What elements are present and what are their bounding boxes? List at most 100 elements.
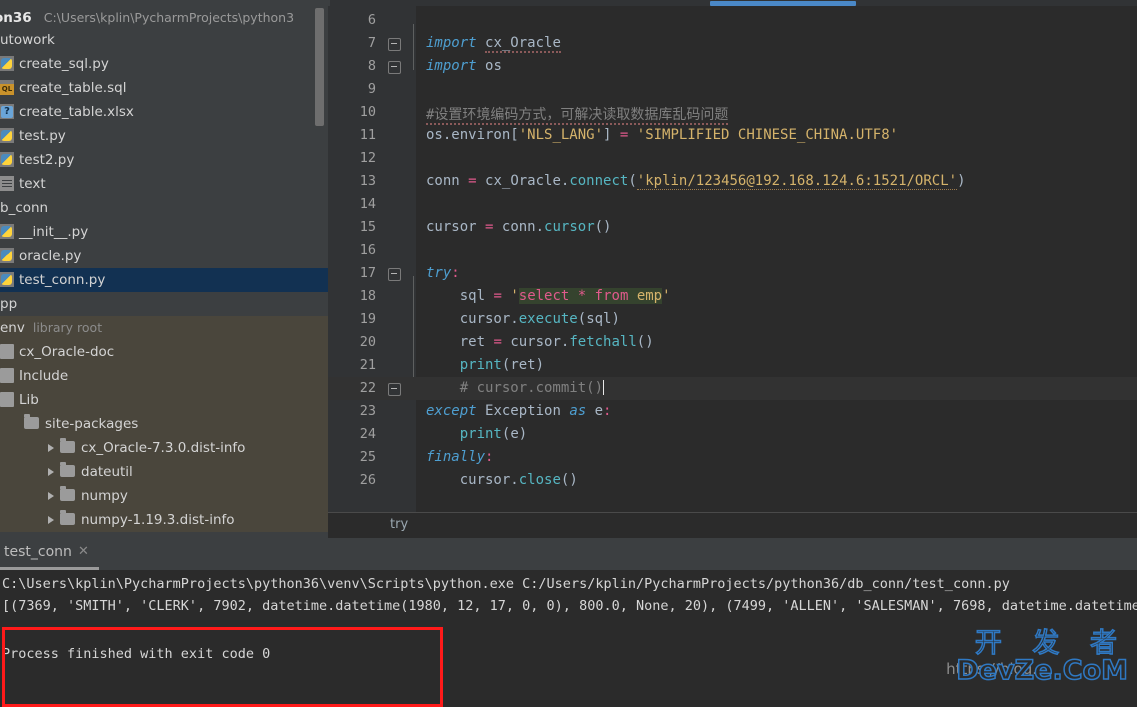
line-number: 20 [359, 334, 376, 350]
dir-square-icon [0, 367, 14, 383]
tree-item-test-py[interactable]: test.py [0, 124, 328, 148]
tree-item-b-conn[interactable]: b_conn [0, 196, 328, 220]
breadcrumb-try[interactable]: try [390, 517, 408, 532]
tree-item-cx-oracle-7-3-0-dist-info[interactable]: cx_Oracle-7.3.0.dist-info [0, 436, 328, 460]
line-number: 18 [359, 288, 376, 304]
tree-item-label: numpy-1.19.3.dist-info [81, 512, 235, 528]
tree-item-cx-oracle-doc[interactable]: cx_Oracle-doc [0, 340, 328, 364]
project-name: on36 [0, 10, 32, 26]
tree-item-label: __init__.py [19, 224, 89, 240]
code-line[interactable]: try: [426, 265, 460, 281]
tree-item-label: text [19, 176, 46, 192]
tree-item-label: env [0, 320, 25, 336]
code-editor[interactable]: 6 7 import cx_Oracle 8 import os 9 10 #设置环境编码方式… [328, 6, 1137, 512]
python-file-icon [0, 151, 14, 167]
line-number: 22 [359, 380, 376, 396]
tree-item-label: create_table.xlsx [19, 104, 134, 120]
tree-item-label: b_conn [0, 200, 49, 216]
tree-item-label: Include [19, 368, 69, 384]
console-tab-label: test_conn [4, 544, 72, 560]
watermark-chinese: 开 发 者 [974, 627, 1128, 660]
line-number: 13 [359, 173, 376, 189]
python-file-icon [0, 127, 14, 143]
console-output[interactable]: C:\Users\kplin\PycharmProjects\python36\… [0, 570, 1137, 707]
folder-icon [24, 414, 39, 429]
python-file-icon [0, 55, 14, 71]
tree-item-lib[interactable]: Lib [0, 388, 328, 412]
code-line[interactable]: #设置环境编码方式，可解决读取数据库乱码问题 [426, 104, 729, 125]
code-line[interactable]: cursor = conn.cursor() [426, 219, 611, 235]
project-tool-window[interactable]: on36 C:\Users\kplin\PycharmProjects\pyth… [0, 6, 328, 538]
tree-item-include[interactable]: Include [0, 364, 328, 388]
line-number: 25 [359, 449, 376, 465]
line-number: 16 [359, 242, 376, 258]
project-tree[interactable]: utowork create_sql.py create_table.sqlcrea… [0, 28, 328, 532]
text-file-icon [0, 175, 14, 191]
tree-item-create-sql-py[interactable]: create_sql.py [0, 52, 328, 76]
fold-collapse-icon[interactable] [388, 268, 401, 281]
console-result-line: [(7369, 'SMITH', 'CLERK', 7902, datetime… [2, 598, 1137, 614]
fold-gutter[interactable] [390, 6, 416, 512]
tree-item-create-table-xlsx[interactable]: create_table.xlsx [0, 100, 328, 124]
line-number: 6 [367, 12, 376, 28]
code-line[interactable]: cursor.close() [426, 472, 578, 488]
watermark-brand: DevZe.CoM [956, 654, 1129, 687]
tree-item-text[interactable]: text [0, 172, 328, 196]
tree-item-create-table-sql[interactable]: create_table.sql [0, 76, 328, 100]
tree-item-env[interactable]: env library root [0, 316, 328, 340]
folder-icon [60, 462, 75, 477]
sql-file-icon [0, 79, 14, 95]
code-line[interactable]: print(e) [426, 426, 527, 442]
fold-collapse-icon[interactable] [388, 383, 401, 396]
line-number: 15 [359, 219, 376, 235]
project-root-header[interactable]: on36 C:\Users\kplin\PycharmProjects\pyth… [0, 6, 328, 28]
project-path: C:\Users\kplin\PycharmProjects\python3 [43, 10, 295, 25]
tree-item-dateutil[interactable]: dateutil [0, 460, 328, 484]
code-line[interactable]: os.environ['NLS_LANG'] = 'SIMPLIFIED CHI… [426, 127, 898, 143]
tree-item-test2-py[interactable]: test2.py [0, 148, 328, 172]
console-tab-test-conn[interactable]: test_conn ✕ [0, 538, 99, 570]
code-line[interactable]: ret = cursor.fetchall() [426, 334, 654, 350]
python-file-icon [0, 247, 14, 263]
code-line[interactable]: sql = 'select * from emp' [426, 288, 671, 304]
tree-item-label: cx_Oracle-doc [19, 344, 115, 360]
console-tab-bar[interactable]: test_conn ✕ [0, 538, 1137, 570]
fold-collapse-icon[interactable] [388, 38, 401, 51]
code-line[interactable]: except Exception as e: [426, 403, 611, 419]
chevron-right-icon[interactable] [48, 444, 54, 452]
line-number: 12 [359, 150, 376, 166]
chevron-right-icon[interactable] [48, 468, 54, 476]
tree-item-test-conn-py[interactable]: test_conn.py [0, 268, 328, 292]
tree-item-sublabel: library root [32, 320, 103, 335]
code-line[interactable]: import os [426, 58, 502, 74]
tree-item-pp[interactable]: pp [0, 292, 328, 316]
line-number: 19 [359, 311, 376, 327]
tree-item-utowork[interactable]: utowork [0, 28, 328, 52]
close-icon[interactable]: ✕ [78, 545, 90, 558]
chevron-right-icon[interactable] [48, 516, 54, 524]
tree-item-label: create_sql.py [19, 56, 109, 72]
tree-item-label: pp [0, 296, 18, 312]
code-line[interactable]: conn = cx_Oracle.connect('kplin/123456@1… [426, 173, 966, 190]
tree-item-label: test.py [19, 128, 66, 144]
tree-item-label: test2.py [19, 152, 75, 168]
code-line[interactable]: import cx_Oracle [426, 35, 561, 53]
tree-item--init-py[interactable]: __init__.py [0, 220, 328, 244]
tree-item-numpy[interactable]: numpy [0, 484, 328, 508]
code-line[interactable]: # cursor.commit() [426, 380, 605, 396]
tree-item-label: oracle.py [19, 248, 82, 264]
fold-collapse-icon[interactable] [388, 61, 401, 74]
code-block-guide [413, 24, 414, 70]
run-tool-window[interactable]: test_conn ✕ C:\Users\kplin\PycharmProjec… [0, 538, 1137, 707]
tree-item-label: numpy [81, 488, 128, 504]
code-line[interactable]: print(ret) [426, 357, 544, 373]
chevron-right-icon[interactable] [48, 492, 54, 500]
python-file-icon [0, 271, 14, 287]
code-line[interactable]: finally: [426, 449, 493, 465]
tree-item-label: utowork [0, 32, 55, 48]
unknown-file-icon [0, 103, 14, 119]
tree-item-numpy-1-19-3-dist-info[interactable]: numpy-1.19.3.dist-info [0, 508, 328, 532]
tree-item-oracle-py[interactable]: oracle.py [0, 244, 328, 268]
tree-item-site-packages[interactable]: site-packages [0, 412, 328, 436]
code-line[interactable]: cursor.execute(sql) [426, 311, 620, 327]
